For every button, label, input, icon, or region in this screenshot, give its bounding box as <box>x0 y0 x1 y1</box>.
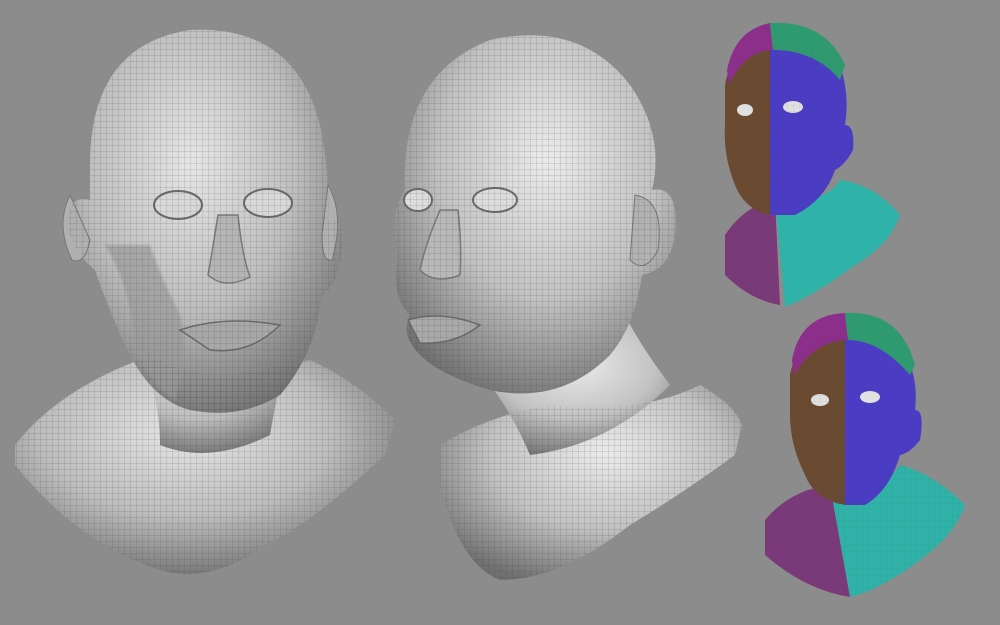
three-quarter-wireframe-head <box>380 25 750 595</box>
right-eye <box>860 391 880 403</box>
polygroups-head-top <box>715 15 915 310</box>
viewport-canvas <box>0 0 1000 625</box>
polygroups-head-bottom <box>760 305 975 605</box>
front-wireframe-head <box>10 25 400 595</box>
left-eye <box>737 104 753 116</box>
